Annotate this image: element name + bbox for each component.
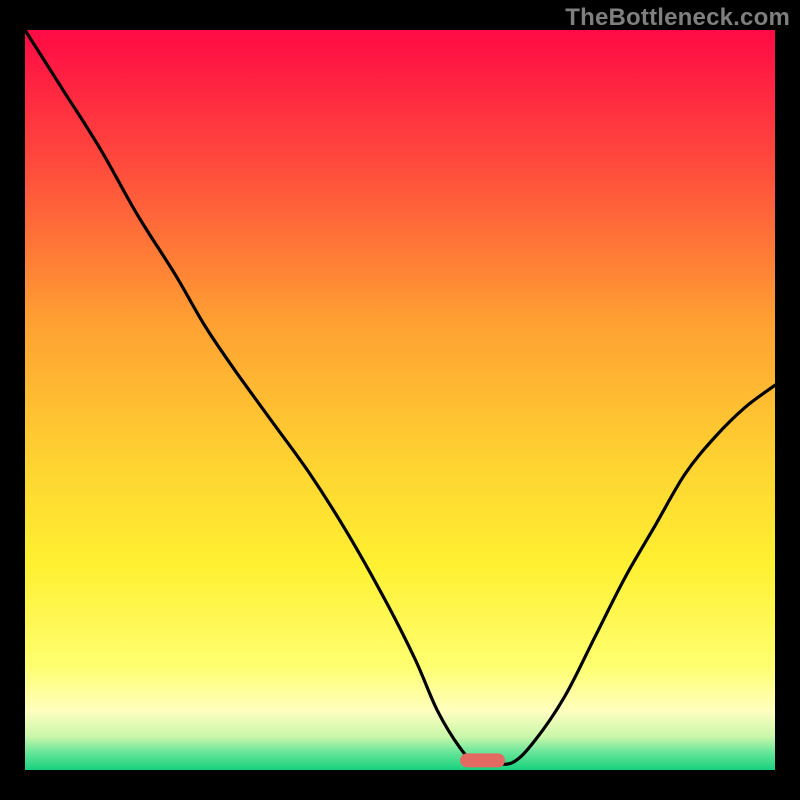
optimal-marker <box>460 753 505 767</box>
chart-container: TheBottleneck.com <box>0 0 800 800</box>
watermark-text: TheBottleneck.com <box>565 4 790 32</box>
bottleneck-chart <box>0 0 800 800</box>
gradient-background <box>25 30 775 770</box>
